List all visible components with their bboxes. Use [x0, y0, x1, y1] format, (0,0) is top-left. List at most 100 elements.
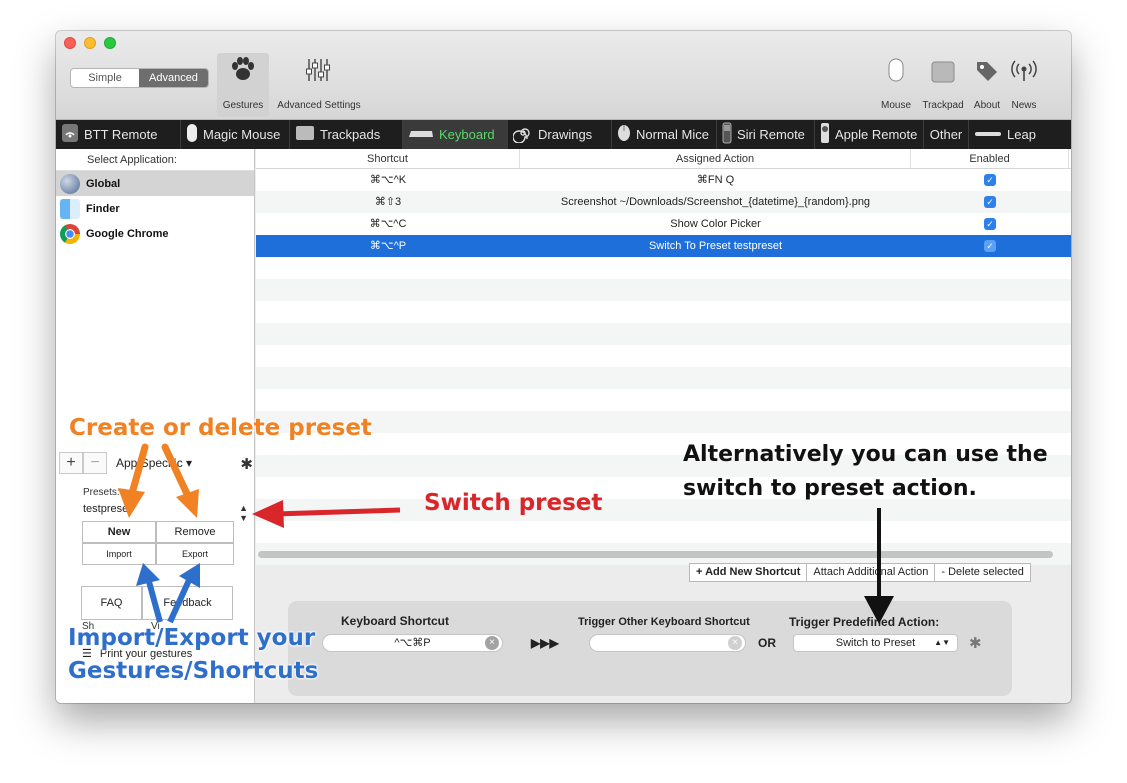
zoom-button[interactable]	[104, 37, 116, 49]
tab-label: Leap	[1007, 127, 1036, 142]
app-item-finder[interactable]: Finder	[56, 196, 254, 221]
paw-icon	[217, 53, 269, 83]
gear-icon[interactable]: ✱	[969, 634, 982, 652]
gestures-toolbar-button[interactable]: Gestures	[217, 53, 269, 117]
app-label: Finder	[86, 202, 120, 215]
table-row[interactable]: ⌘⌥^C Show Color Picker ✓	[256, 213, 1071, 235]
tab-other[interactable]: Other	[924, 120, 969, 149]
shortcut-cell: ⌘⇧3	[374, 196, 402, 208]
remove-preset-button[interactable]: Remove	[156, 521, 234, 543]
tab-btt-remote[interactable]: BTT Remote	[56, 120, 181, 149]
minimize-button[interactable]	[84, 37, 96, 49]
about-label: About	[973, 100, 1001, 111]
mode-segmented-control: Simple Advanced	[70, 68, 209, 88]
tab-label: Magic Mouse	[203, 127, 281, 142]
shortcut-editor: Keyboard Shortcut ^⌥⌘P × ▶▶▶ Trigger Oth…	[288, 601, 1012, 696]
trackpad-toolbar-button[interactable]: Trackpad	[918, 53, 968, 117]
tab-apple-remote[interactable]: Apple Remote	[815, 120, 924, 149]
tab-siri-remote[interactable]: Siri Remote	[717, 120, 815, 149]
tab-label: Normal Mice	[636, 127, 709, 142]
mouse-toolbar-button[interactable]: Mouse	[877, 53, 915, 117]
magic-mouse-icon	[186, 123, 198, 146]
predefined-action-select[interactable]: Switch to Preset ▲▼	[793, 634, 958, 652]
tab-keyboard[interactable]: Keyboard	[403, 120, 508, 149]
table-row-selected[interactable]: ⌘⌥^P Switch To Preset testpreset ✓	[256, 235, 1071, 257]
clear-icon[interactable]: ×	[485, 636, 499, 650]
annotation-import-export-line2: Gestures/Shortcuts	[68, 658, 319, 684]
enabled-cell: ✓	[911, 213, 1069, 235]
tab-label: Trackpads	[320, 127, 381, 142]
annotation-alternatively-line1: Alternatively you can use the	[683, 442, 1048, 467]
siri-remote-icon	[722, 122, 732, 147]
about-toolbar-button[interactable]: About	[970, 53, 1004, 117]
advanced-settings-toolbar-button[interactable]: Advanced Settings	[272, 53, 366, 117]
trigger-other-shortcut-field[interactable]: ×	[589, 634, 746, 652]
updown-arrows-icon: ▲▼	[934, 638, 950, 647]
tab-drawings[interactable]: Drawings	[508, 120, 612, 149]
delete-selected-button[interactable]: - Delete selected	[935, 564, 1030, 581]
annotation-alternatively-line2: switch to preset action.	[683, 476, 977, 501]
tab-leap[interactable]: Leap	[969, 120, 1071, 149]
empty-row	[256, 367, 1071, 389]
export-preset-button[interactable]: Export	[156, 543, 234, 565]
feedback-button[interactable]: Feedback	[142, 586, 233, 620]
table-header: Shortcut Assigned Action Enabled	[256, 149, 1071, 169]
horizontal-scrollbar[interactable]	[258, 551, 1053, 558]
action-cell: Screenshot ~/Downloads/Screenshot_{datet…	[560, 196, 871, 208]
tab-trackpads[interactable]: Trackpads	[290, 120, 403, 149]
shortcut-action-bar: + Add New Shortcut Attach Additional Act…	[689, 563, 1031, 582]
empty-row	[256, 257, 1071, 279]
action-cell: Switch To Preset testpreset	[648, 240, 783, 252]
enabled-checkbox[interactable]: ✓	[984, 196, 996, 209]
shortcut-cell: ⌘⌥^C	[369, 218, 407, 230]
add-app-button[interactable]: +	[59, 452, 83, 474]
keyboard-shortcut-label: Keyboard Shortcut	[341, 614, 450, 628]
tab-label: Drawings	[538, 127, 593, 142]
enabled-cell: ✓	[911, 169, 1069, 191]
app-item-global[interactable]: Global	[56, 171, 254, 196]
table-row[interactable]: ⌘⇧3 Screenshot ~/Downloads/Screenshot_{d…	[256, 191, 1071, 213]
trigger-predefined-label: Trigger Predefined Action:	[789, 615, 940, 629]
simple-mode-button[interactable]: Simple	[71, 69, 139, 87]
remove-app-button[interactable]: −	[83, 452, 107, 474]
column-header[interactable]: Assigned Action	[520, 149, 911, 168]
import-preset-button[interactable]: Import	[82, 543, 156, 565]
column-header[interactable]: Shortcut	[256, 149, 520, 168]
toolbar: Simple Advanced Gestures Advanced Settin…	[56, 31, 1071, 120]
close-button[interactable]	[64, 37, 76, 49]
enabled-checkbox[interactable]: ✓	[984, 240, 996, 253]
trackpad-label: Trackpad	[922, 100, 964, 111]
news-toolbar-button[interactable]: News	[1007, 53, 1041, 117]
leap-icon	[974, 127, 1002, 142]
keyboard-shortcut-field[interactable]: ^⌥⌘P ×	[322, 634, 503, 652]
app-specific-dropdown[interactable]: App Specific ▾	[116, 456, 192, 470]
enabled-checkbox[interactable]: ✓	[984, 174, 996, 187]
tab-magic-mouse[interactable]: Magic Mouse	[181, 120, 290, 149]
tab-label: Siri Remote	[737, 127, 805, 142]
enabled-checkbox[interactable]: ✓	[984, 218, 996, 231]
spiral-icon	[512, 123, 533, 146]
tab-normal-mice[interactable]: Normal Mice	[612, 120, 717, 149]
advanced-settings-label: Advanced Settings	[277, 100, 361, 111]
presets-label: Presets:	[83, 487, 120, 498]
empty-row	[256, 323, 1071, 345]
globe-icon	[60, 173, 80, 194]
table-row[interactable]: ⌘⌥^K ⌘FN Q ✓	[256, 169, 1071, 191]
advanced-mode-button[interactable]: Advanced	[139, 69, 208, 87]
clear-icon[interactable]: ×	[728, 636, 742, 650]
new-preset-button[interactable]: New	[82, 521, 156, 543]
empty-row	[256, 301, 1071, 323]
faq-button[interactable]: FAQ	[81, 586, 142, 620]
attach-additional-action-button[interactable]: Attach Additional Action	[807, 564, 936, 581]
gear-icon[interactable]: ✱	[240, 455, 253, 473]
action-cell: Show Color Picker	[670, 218, 761, 230]
add-new-shortcut-button[interactable]: + Add New Shortcut	[690, 564, 808, 581]
preset-select[interactable]: testpreset ▲ ▼	[83, 503, 248, 523]
keyboard-icon	[408, 127, 434, 142]
column-header[interactable]: Enabled	[911, 149, 1069, 168]
mouse-tab-icon	[617, 124, 631, 145]
sliders-icon	[272, 53, 366, 83]
app-item-google-chrome[interactable]: Google Chrome	[56, 221, 254, 246]
keyboard-shortcut-value: ^⌥⌘P	[394, 637, 431, 649]
app-label: Global	[86, 177, 121, 190]
